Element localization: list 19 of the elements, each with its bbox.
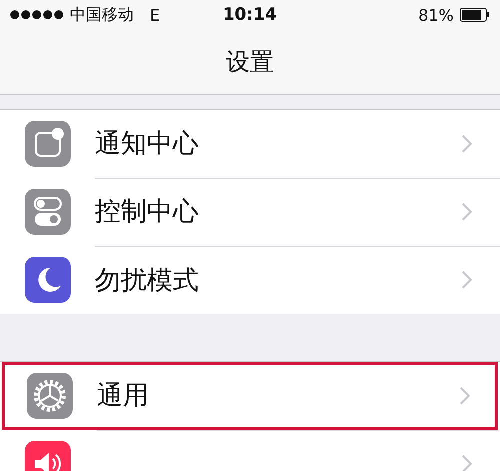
clock-time: 10:14 — [222, 5, 278, 25]
settings-row[interactable]: 勿扰模式 — [0, 246, 500, 314]
carrier-name: 中国移动 — [70, 4, 134, 26]
battery-percent: 81% — [418, 6, 454, 24]
chevron-icon — [462, 271, 472, 289]
row-label: 控制中心 — [95, 196, 200, 229]
screen-title: 设置 — [225, 47, 275, 78]
row-label: 勿扰模式 — [95, 264, 200, 298]
chevron-icon — [460, 386, 470, 404]
signal-icon — [10, 10, 64, 20]
battery-icon — [460, 8, 490, 22]
settings-row[interactable]: 控制中心 — [0, 178, 500, 246]
network-type: E — [150, 6, 160, 24]
row-label: 通知中心 — [95, 128, 200, 161]
highlighted-settings-row[interactable]: 通用 — [2, 362, 498, 430]
chevron-icon — [462, 134, 472, 152]
chevron-icon — [462, 202, 472, 220]
settings-row[interactable]: 通知中心 — [0, 110, 500, 178]
row-label: 通用 — [97, 380, 150, 413]
